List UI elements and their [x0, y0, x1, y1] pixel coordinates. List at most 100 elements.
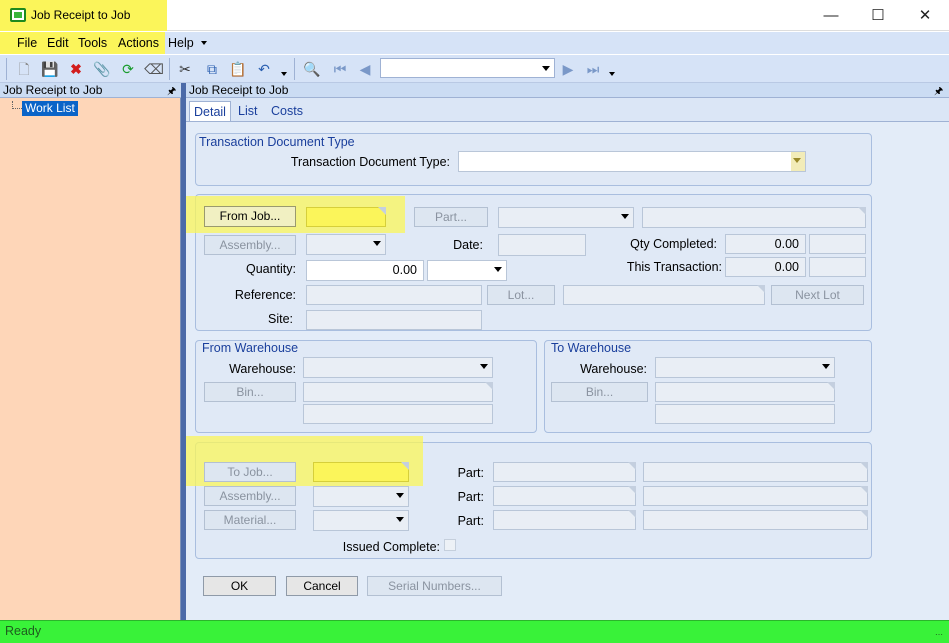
new-icon[interactable]: 🗋 — [14, 59, 34, 79]
tree-pane-title: Job Receipt to Job — [3, 83, 103, 97]
resize-grip-icon[interactable]: ⋯ — [935, 630, 945, 640]
to-assembly-part-description-field — [643, 486, 868, 506]
next-lot-button[interactable]: Next Lot — [771, 285, 864, 305]
toolbar-grip — [6, 58, 7, 80]
issued-complete-checkbox[interactable] — [444, 539, 456, 551]
cut-icon[interactable]: ✂ — [175, 59, 195, 79]
from-bin-button[interactable]: Bin... — [204, 382, 296, 402]
part-description-field[interactable] — [642, 207, 866, 228]
assembly-button[interactable]: Assembly... — [204, 235, 296, 255]
chevron-down-icon — [621, 214, 629, 219]
chevron-down-icon — [793, 158, 801, 163]
reference-label: Reference: — [234, 288, 296, 302]
refresh-icon[interactable]: ⟳ — [118, 59, 138, 79]
to-bin-button[interactable]: Bin... — [551, 382, 648, 402]
chevron-down-icon — [542, 66, 550, 71]
delete-icon[interactable]: ✖ — [66, 59, 86, 79]
app-icon — [10, 8, 26, 22]
serial-numbers-button[interactable]: Serial Numbers... — [367, 576, 502, 596]
material-part-description-field — [643, 510, 868, 530]
to-part-field[interactable] — [493, 462, 636, 482]
attach-icon[interactable]: 📎 — [92, 59, 112, 79]
chevron-down-icon — [396, 493, 404, 498]
cancel-button[interactable]: Cancel — [286, 576, 358, 596]
toolbar-overflow-icon[interactable] — [281, 72, 287, 76]
from-warehouse-combo[interactable] — [303, 357, 493, 378]
quantity-field[interactable]: 0.00 — [306, 260, 424, 281]
material-part-label: Part: — [457, 514, 484, 528]
clear-icon[interactable]: ⌫ — [144, 59, 164, 79]
save-icon[interactable]: 💾 — [40, 59, 60, 79]
to-warehouse-title: To Warehouse — [551, 341, 632, 355]
toolbar-overflow-icon[interactable] — [609, 72, 615, 76]
to-assembly-combo[interactable] — [313, 486, 409, 507]
to-job-button[interactable]: To Job... — [204, 462, 296, 482]
from-bin-description-field — [303, 404, 493, 424]
last-record-icon[interactable]: ⏭ — [583, 59, 603, 79]
to-job-field[interactable] — [313, 462, 409, 482]
qty-completed-field: 0.00 — [725, 234, 806, 254]
menu-actions[interactable]: Actions — [118, 36, 159, 50]
material-part-field[interactable] — [493, 510, 636, 530]
from-warehouse-label: Warehouse: — [229, 362, 296, 376]
to-assembly-part-label: Part: — [457, 490, 484, 504]
doc-type-combo[interactable] — [458, 151, 806, 172]
undo-icon[interactable]: ↶ — [254, 59, 274, 79]
tab-detail[interactable]: Detail — [189, 101, 231, 121]
next-record-icon[interactable]: ▶ — [558, 59, 578, 79]
to-warehouse-combo[interactable] — [655, 357, 835, 378]
from-warehouse-title: From Warehouse — [202, 341, 299, 355]
this-transaction-field: 0.00 — [725, 257, 806, 277]
chevron-down-icon — [822, 364, 830, 369]
material-combo[interactable] — [313, 510, 409, 531]
quantity-uom-combo[interactable] — [427, 260, 507, 281]
menu-tools[interactable]: Tools — [78, 36, 107, 50]
maximize-button[interactable]: ☐ — [855, 0, 901, 31]
tab-costs[interactable]: Costs — [267, 101, 307, 121]
qty-completed-label: Qty Completed: — [630, 237, 717, 251]
material-button[interactable]: Material... — [204, 510, 296, 530]
previous-record-icon[interactable]: ◀ — [355, 59, 375, 79]
menu-overflow-icon[interactable] — [201, 41, 207, 45]
lot-field[interactable] — [563, 285, 765, 305]
pin-icon[interactable]: 🖈 — [167, 84, 176, 101]
lot-button[interactable]: Lot... — [487, 285, 555, 305]
first-record-icon[interactable]: ⏮ — [330, 59, 350, 79]
tab-list[interactable]: List — [234, 101, 261, 121]
part-button[interactable]: Part... — [414, 207, 488, 227]
search-icon[interactable]: 🔍 — [302, 59, 322, 79]
record-navigator-combo[interactable] — [380, 58, 555, 78]
from-job-button[interactable]: From Job... — [204, 206, 296, 227]
doc-type-group-title: Transaction Document Type — [199, 135, 355, 149]
detail-pane-title: Job Receipt to Job — [189, 83, 289, 97]
menu-edit[interactable]: Edit — [47, 36, 69, 50]
part-combo[interactable] — [498, 207, 634, 228]
ok-button[interactable]: OK — [203, 576, 276, 596]
toolbar-separator — [294, 58, 295, 80]
from-job-field[interactable] — [306, 207, 386, 227]
menu-file[interactable]: File — [17, 36, 37, 50]
this-transaction-uom-field — [809, 257, 866, 277]
minimize-button[interactable]: — — [808, 0, 854, 31]
assembly-combo[interactable] — [306, 234, 386, 255]
quantity-label: Quantity: — [245, 262, 296, 276]
doc-type-label: Transaction Document Type: — [290, 155, 450, 169]
close-button[interactable]: ✕ — [902, 0, 948, 31]
chevron-down-icon — [373, 241, 381, 246]
window-title: Job Receipt to Job — [31, 8, 131, 22]
paste-icon[interactable]: 📋 — [228, 59, 248, 79]
menu-help[interactable]: Help — [168, 36, 194, 50]
to-bin-description-field — [655, 404, 835, 424]
to-assembly-button[interactable]: Assembly... — [204, 486, 296, 506]
date-field[interactable] — [498, 234, 586, 256]
to-assembly-part-field[interactable] — [493, 486, 636, 506]
copy-icon[interactable]: ⧉ — [202, 59, 222, 79]
chevron-down-icon — [396, 517, 404, 522]
tree-item-work-list[interactable]: Work List — [22, 101, 78, 116]
reference-field[interactable] — [306, 285, 482, 305]
site-label: Site: — [267, 312, 293, 326]
from-bin-field[interactable] — [303, 382, 493, 402]
to-bin-field[interactable] — [655, 382, 835, 402]
chevron-down-icon — [480, 364, 488, 369]
site-field[interactable] — [306, 310, 482, 330]
